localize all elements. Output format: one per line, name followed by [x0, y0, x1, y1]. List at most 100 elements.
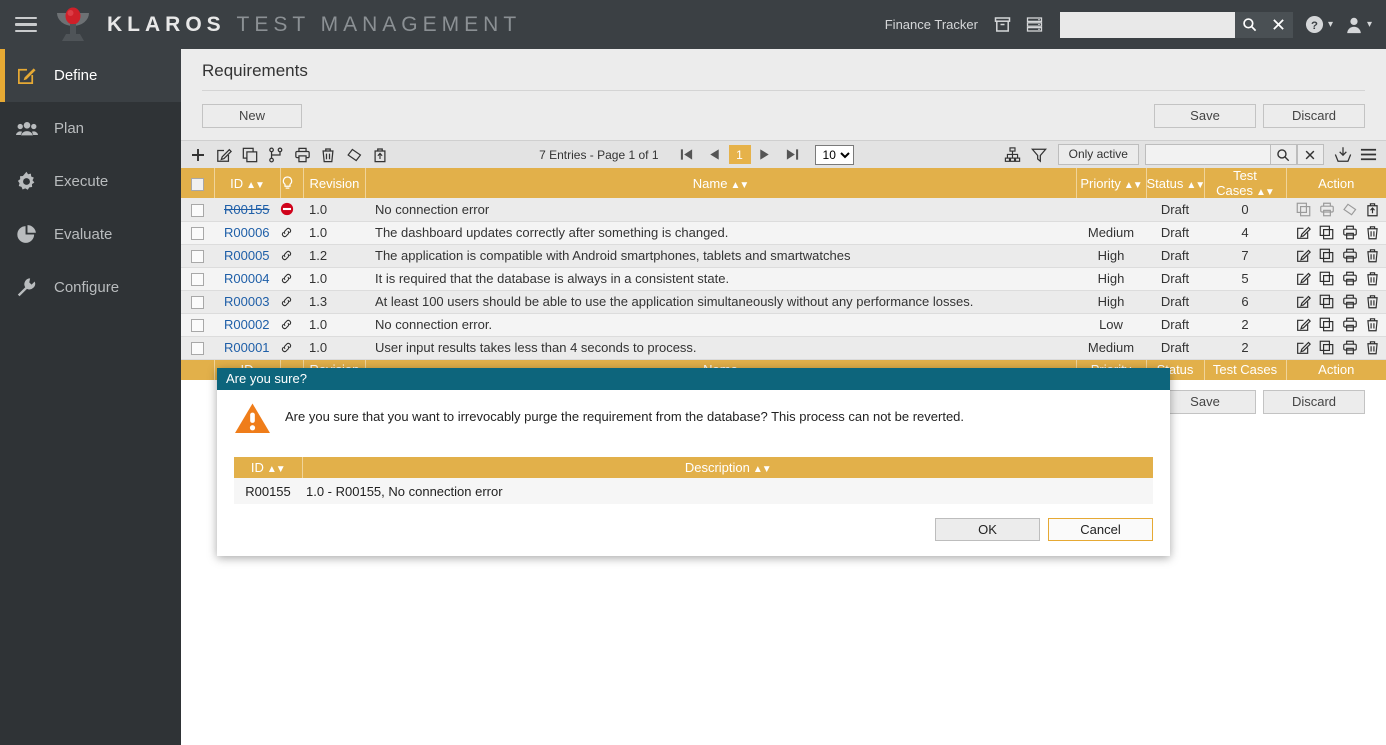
row-checkbox[interactable]: [191, 227, 204, 240]
column-header-name[interactable]: Name▲▼: [365, 168, 1076, 198]
copy-icon[interactable]: [1315, 316, 1338, 334]
cell-testcases[interactable]: 2: [1204, 313, 1286, 336]
table-row[interactable]: R000021.0No connection error.LowDraft2: [181, 313, 1386, 336]
print-icon[interactable]: [1338, 224, 1361, 242]
search-icon[interactable]: [1235, 12, 1264, 38]
sidebar-item-evaluate[interactable]: Evaluate: [0, 208, 181, 261]
table-row[interactable]: R000061.0The dashboard updates correctly…: [181, 221, 1386, 244]
copy-icon[interactable]: [1292, 200, 1315, 218]
cell-testcases[interactable]: 6: [1204, 290, 1286, 313]
delete-icon[interactable]: [1361, 316, 1384, 334]
row-checkbox[interactable]: [191, 273, 204, 286]
delete-icon[interactable]: [1361, 270, 1384, 288]
requirement-id-link[interactable]: R00004: [224, 271, 270, 286]
purge-icon[interactable]: [367, 144, 393, 166]
row-checkbox[interactable]: [191, 296, 204, 309]
last-page-icon[interactable]: [779, 144, 807, 166]
table-row[interactable]: R001551.0No connection errorDraft0: [181, 198, 1386, 221]
only-active-filter-button[interactable]: Only active: [1058, 144, 1139, 165]
edit-icon[interactable]: [1292, 270, 1315, 288]
table-row[interactable]: R000051.2The application is compatible w…: [181, 244, 1386, 267]
user-menu[interactable]: ▾: [1345, 16, 1372, 34]
edit-icon[interactable]: [1292, 339, 1315, 357]
link-icon[interactable]: [280, 226, 303, 239]
copy-icon[interactable]: [1315, 247, 1338, 265]
delete-icon[interactable]: [1361, 224, 1384, 242]
sidebar-item-configure[interactable]: Configure: [0, 261, 181, 314]
delete-icon[interactable]: [1361, 247, 1384, 265]
purge-icon[interactable]: [1361, 200, 1384, 218]
requirement-id-link[interactable]: R00001: [224, 340, 270, 355]
column-header-testcases[interactable]: Test Cases▲▼: [1204, 168, 1286, 198]
link-icon[interactable]: [280, 341, 303, 354]
help-menu[interactable]: ? ▾: [1305, 15, 1333, 34]
cell-testcases[interactable]: 0: [1204, 198, 1286, 221]
cell-testcases[interactable]: 5: [1204, 267, 1286, 290]
edit-icon[interactable]: [1292, 316, 1315, 334]
sidebar-item-plan[interactable]: Plan: [0, 102, 181, 155]
print-icon[interactable]: [1315, 200, 1338, 218]
prev-page-icon[interactable]: [701, 144, 729, 166]
blocked-icon[interactable]: [280, 202, 303, 216]
print-icon[interactable]: [289, 144, 315, 166]
delete-icon[interactable]: [1361, 339, 1384, 357]
row-checkbox[interactable]: [191, 319, 204, 332]
column-header-priority[interactable]: Priority▲▼: [1076, 168, 1146, 198]
cell-testcases[interactable]: 2: [1204, 336, 1286, 359]
column-header-revision[interactable]: Revision: [303, 168, 365, 198]
funnel-icon[interactable]: [1026, 144, 1052, 166]
list-menu-icon[interactable]: [1356, 144, 1382, 166]
requirement-id-link[interactable]: R00006: [224, 225, 270, 240]
hierarchy-icon[interactable]: [1000, 144, 1026, 166]
column-header-id[interactable]: ID▲▼: [214, 168, 280, 198]
table-row[interactable]: R000031.3At least 100 users should be ab…: [181, 290, 1386, 313]
sidebar-item-define[interactable]: Define: [0, 49, 181, 102]
add-icon[interactable]: [185, 144, 211, 166]
copy-icon[interactable]: [1315, 270, 1338, 288]
print-icon[interactable]: [1338, 247, 1361, 265]
edit-icon[interactable]: [1292, 224, 1315, 242]
requirement-id-link[interactable]: R00005: [224, 248, 270, 263]
row-checkbox[interactable]: [191, 204, 204, 217]
table-row[interactable]: R000011.0User input results takes less t…: [181, 336, 1386, 359]
edit-icon[interactable]: [211, 144, 237, 166]
column-header-status[interactable]: Status▲▼: [1146, 168, 1204, 198]
print-icon[interactable]: [1338, 270, 1361, 288]
bottom-discard-button[interactable]: Discard: [1263, 390, 1365, 414]
print-icon[interactable]: [1338, 339, 1361, 357]
edit-icon[interactable]: [1292, 293, 1315, 311]
copy-icon[interactable]: [1315, 339, 1338, 357]
global-search-input[interactable]: [1060, 12, 1235, 38]
erase-icon[interactable]: [341, 144, 367, 166]
requirement-id-link[interactable]: R00003: [224, 294, 270, 309]
close-x-icon[interactable]: [1264, 12, 1293, 38]
edit-icon[interactable]: [1292, 247, 1315, 265]
copy-icon[interactable]: [1315, 293, 1338, 311]
link-icon[interactable]: [280, 295, 303, 308]
branch-icon[interactable]: [263, 144, 289, 166]
cell-testcases[interactable]: 7: [1204, 244, 1286, 267]
dialog-column-header-description[interactable]: Description▲▼: [302, 457, 1153, 478]
discard-button[interactable]: Discard: [1263, 104, 1365, 128]
table-row[interactable]: R000041.0It is required that the databas…: [181, 267, 1386, 290]
print-icon[interactable]: [1338, 293, 1361, 311]
requirement-id-link[interactable]: R00002: [224, 317, 270, 332]
cell-testcases[interactable]: 4: [1204, 221, 1286, 244]
search-icon[interactable]: [1270, 144, 1297, 165]
print-icon[interactable]: [1338, 316, 1361, 334]
row-checkbox[interactable]: [191, 342, 204, 355]
dialog-cancel-button[interactable]: Cancel: [1048, 518, 1153, 541]
sidebar-item-execute[interactable]: Execute: [0, 155, 181, 208]
server-stack-icon[interactable]: [1022, 12, 1048, 38]
dialog-ok-button[interactable]: OK: [935, 518, 1040, 541]
copy-icon[interactable]: [237, 144, 263, 166]
delete-icon[interactable]: [1361, 293, 1384, 311]
dialog-column-header-id[interactable]: ID▲▼: [234, 457, 302, 478]
copy-icon[interactable]: [1315, 224, 1338, 242]
page-size-select[interactable]: 10: [815, 145, 854, 165]
link-icon[interactable]: [280, 249, 303, 262]
next-page-icon[interactable]: [751, 144, 779, 166]
hamburger-icon[interactable]: [15, 17, 37, 33]
link-icon[interactable]: [280, 318, 303, 331]
current-page-button[interactable]: 1: [729, 145, 751, 164]
